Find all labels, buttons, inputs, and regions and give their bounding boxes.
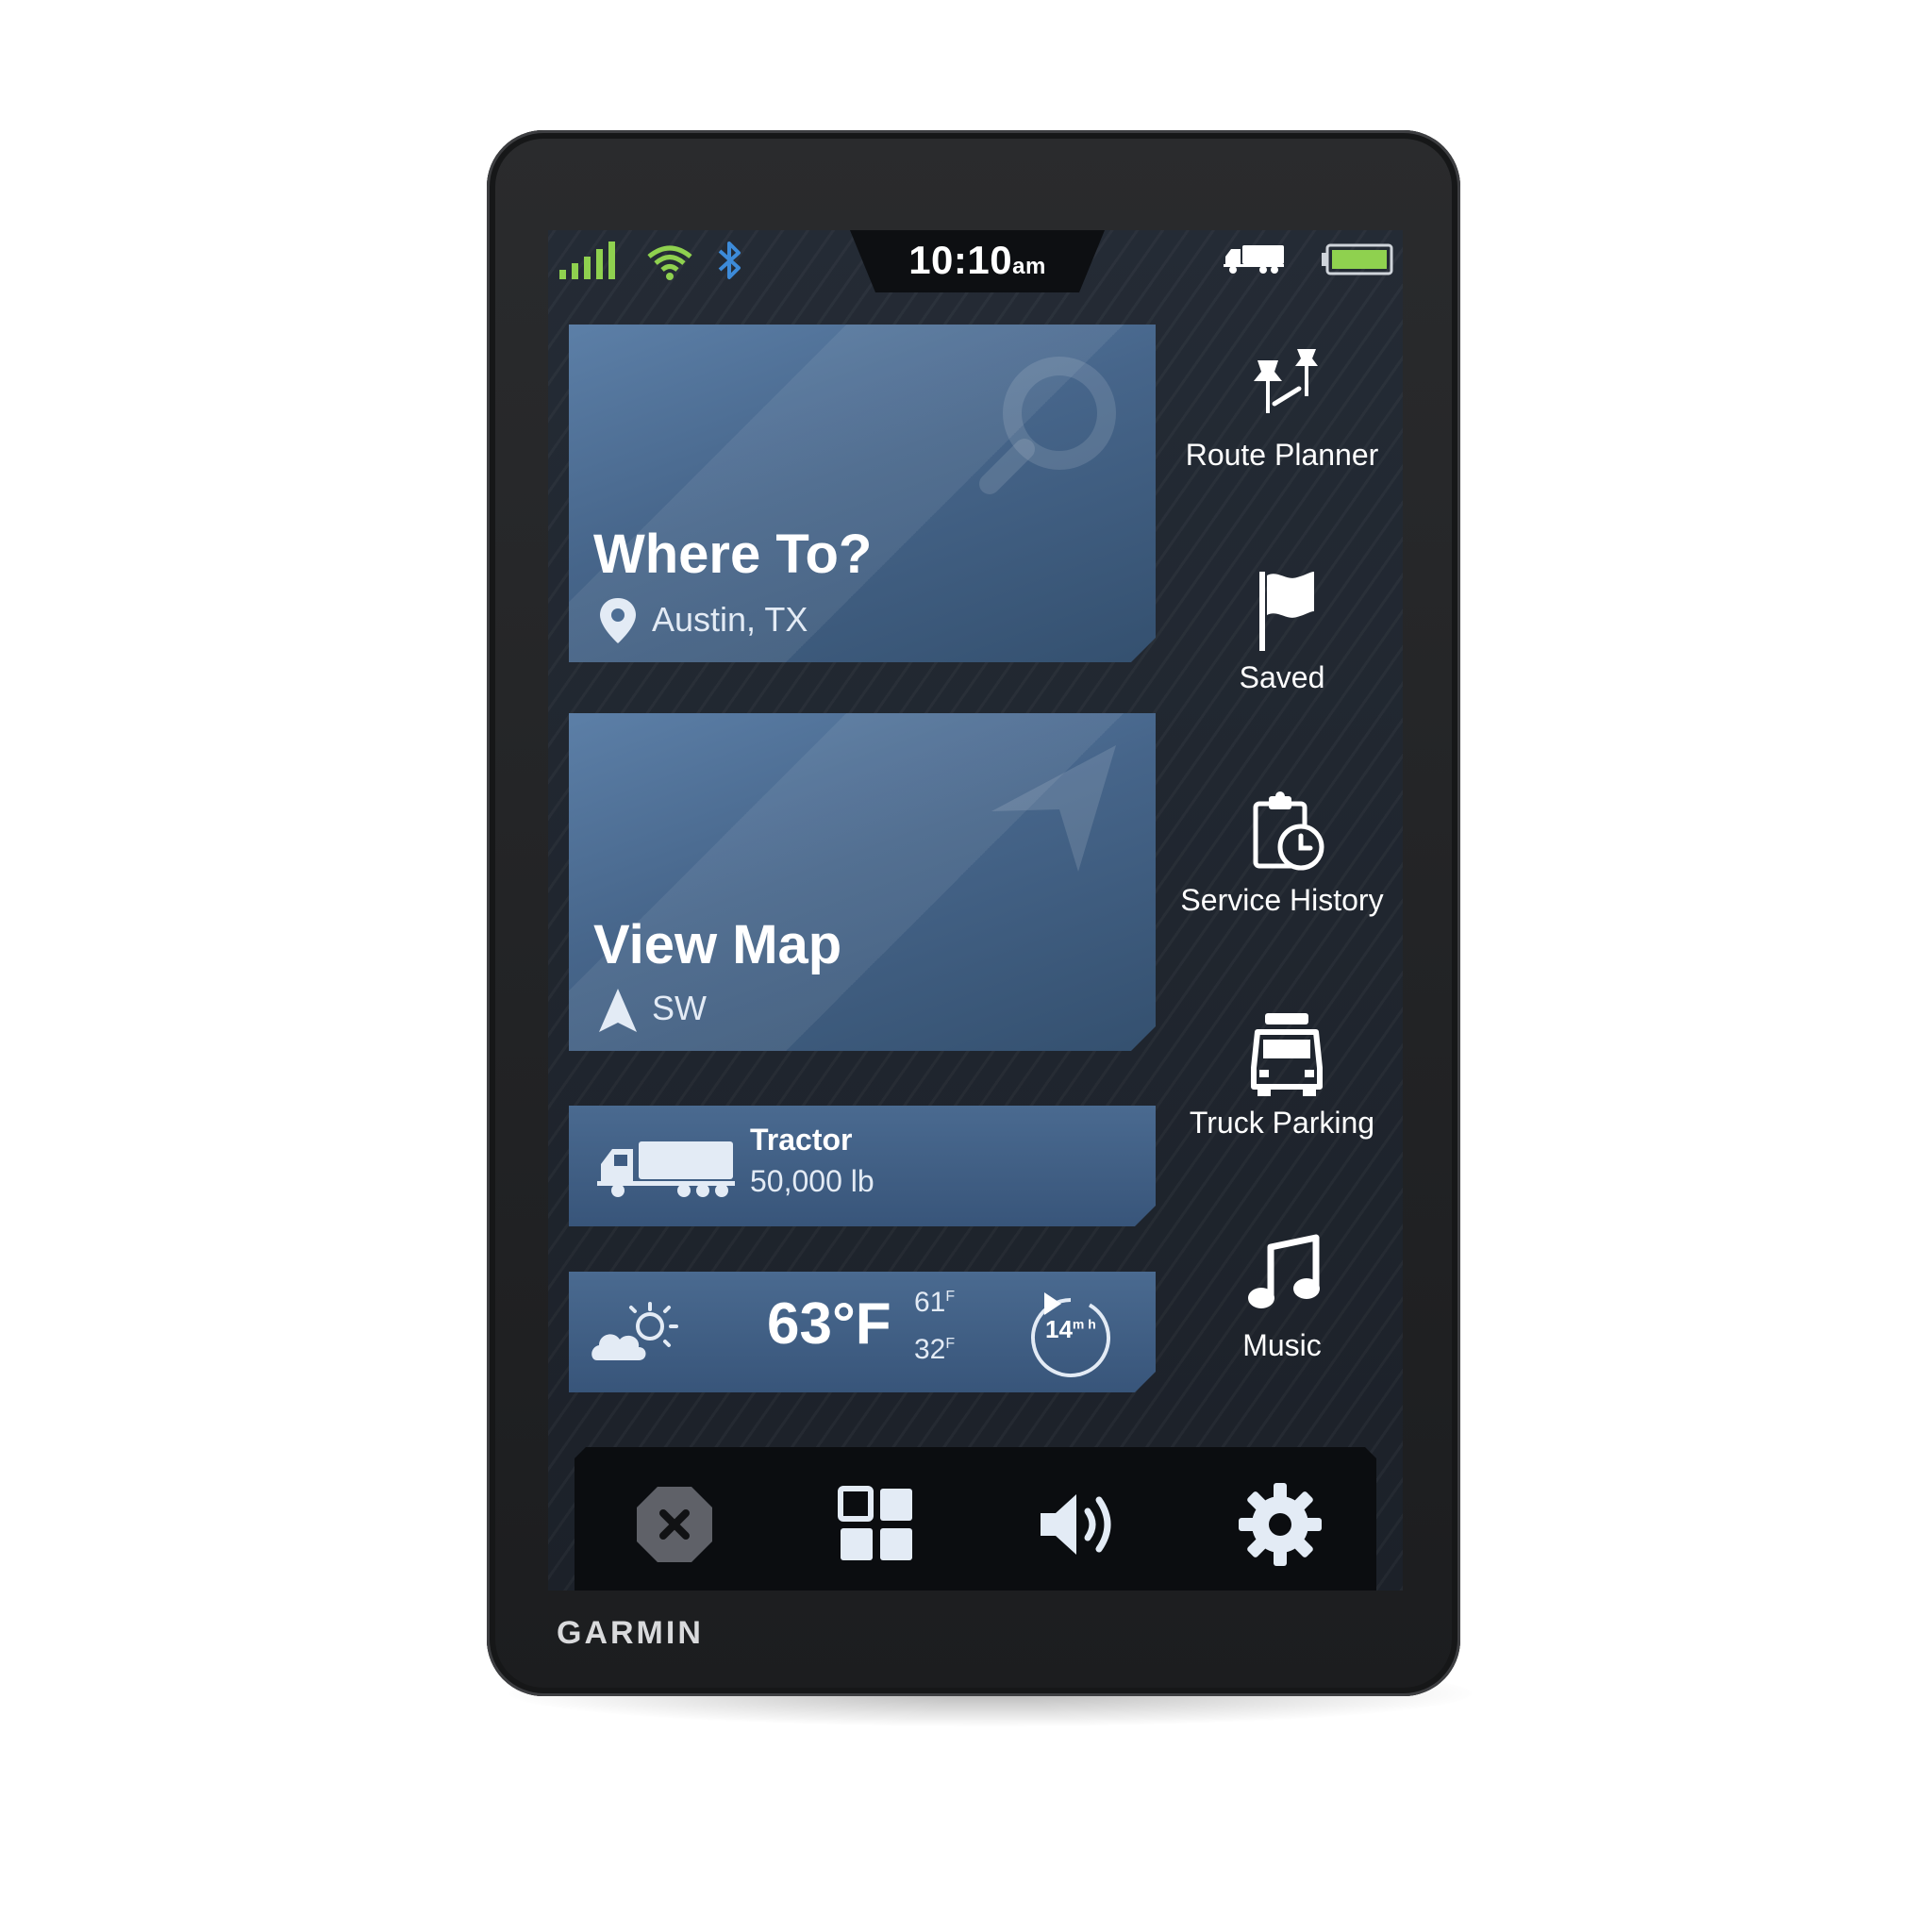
menu-item-service-history[interactable]: Service History [1169,789,1395,977]
low-value: 32 [914,1334,946,1365]
vehicle-name: Tractor [750,1123,853,1157]
music-note-icon [1248,1234,1320,1308]
battery-icon [1322,243,1393,275]
weather-card[interactable]: 63°F 61F 32F 14m h [569,1272,1156,1392]
where-to-card[interactable]: Where To? Austin, TX [569,325,1156,662]
clock-time: 10:10 [908,238,1013,282]
location-pin-icon [597,596,639,645]
bottom-dock [575,1447,1376,1591]
truck-icon [1224,245,1284,274]
screen: 10:10am Where To? Austin, TX View Map SW… [548,230,1403,1591]
search-icon [973,347,1133,498]
view-map-card[interactable]: View Map SW [569,713,1156,1051]
apps-button[interactable] [831,1479,922,1570]
volume-icon [1033,1479,1124,1570]
flag-icon [1259,572,1314,651]
wind-value: 14 [1045,1315,1073,1343]
wifi-icon [647,245,692,280]
high-value: 61 [914,1287,946,1318]
signal-icon [559,242,615,279]
navigation-arrow-icon [984,738,1125,879]
close-button[interactable] [629,1479,720,1570]
partly-cloudy-icon [588,1298,682,1368]
service-history-icon [1253,791,1324,871]
menu-label: Saved [1239,660,1325,694]
where-to-location: Austin, TX [652,600,808,639]
view-map-title: View Map [593,914,842,975]
menu-item-saved[interactable]: Saved [1169,566,1395,755]
menu-item-route-planner[interactable]: Route Planner [1169,343,1395,532]
menu-label: Music [1242,1328,1322,1362]
high-temperature: 61F [914,1287,955,1319]
volume-button[interactable] [1033,1479,1124,1570]
view-map-heading: SW [652,989,707,1027]
vehicle-profile-card[interactable]: Tractor 50,000 lb [569,1106,1156,1226]
status-clock: 10:10am [850,238,1105,283]
vehicle-weight: 50,000 lb [750,1164,874,1198]
clock-suffix: am [1012,254,1046,279]
menu-label: Service History [1180,883,1384,917]
menu-label: Truck Parking [1189,1106,1375,1140]
menu-label: Route Planner [1185,438,1379,472]
close-icon [629,1479,720,1570]
low-unit: F [945,1336,956,1352]
settings-button[interactable] [1235,1479,1325,1570]
grid-icon [831,1479,922,1570]
truck-parking-icon [1251,1013,1323,1096]
route-planner-icon [1254,349,1318,413]
truck-icon [595,1134,737,1200]
heading-arrow-icon [597,987,639,1034]
menu-item-music[interactable]: Music [1169,1234,1395,1423]
bluetooth-icon [718,242,741,279]
gear-icon [1235,1479,1325,1570]
high-unit: F [945,1289,956,1305]
low-temperature: 32F [914,1334,955,1366]
menu-item-truck-parking[interactable]: Truck Parking [1169,1011,1395,1200]
wind-speed: 14m h [1045,1315,1096,1344]
current-temperature: 63°F [767,1291,891,1357]
wind-unit: m h [1072,1316,1096,1332]
where-to-title: Where To? [593,524,873,585]
brand-logo: GARMIN [557,1615,704,1651]
